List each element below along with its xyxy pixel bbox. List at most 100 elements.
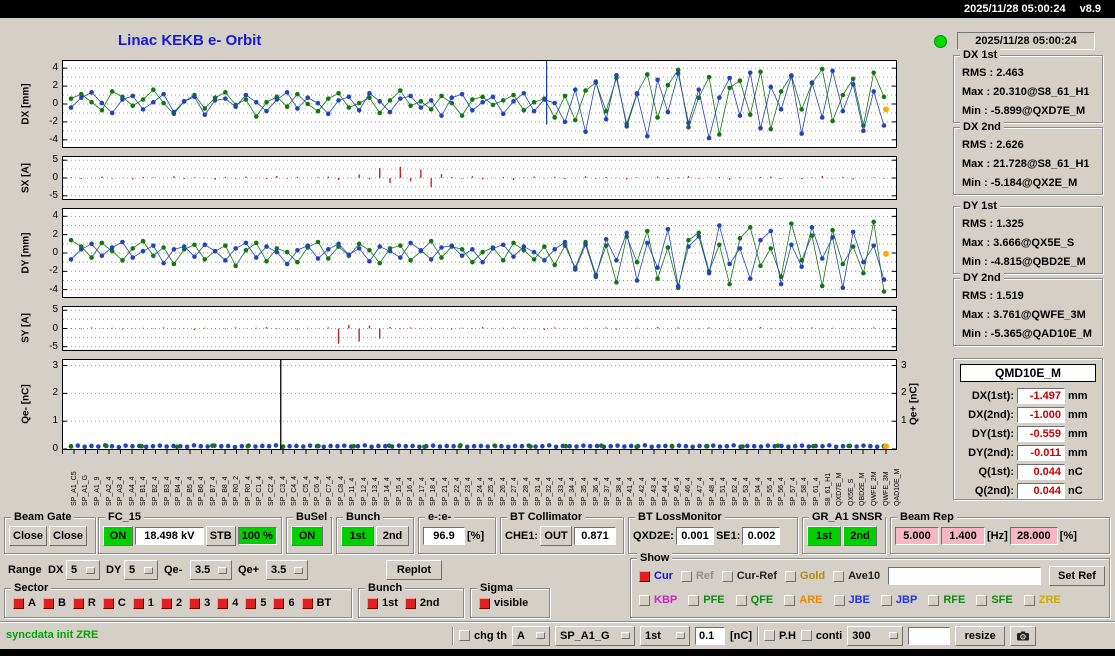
range-dy-value: 5 bbox=[129, 564, 135, 576]
beam-gate-close-button-2[interactable]: Close bbox=[49, 526, 87, 546]
set-ref-button[interactable]: Set Ref bbox=[1049, 566, 1105, 586]
monitor-row-label: Q(1st): bbox=[956, 466, 1014, 478]
beam-rep-value-1: 5.000 bbox=[895, 527, 939, 545]
threshold-input[interactable] bbox=[695, 627, 725, 645]
show-checkbox-are[interactable]: ARE bbox=[784, 594, 822, 606]
range-qem-select[interactable]: 3.5 bbox=[190, 560, 232, 580]
checkbox-indicator bbox=[722, 571, 733, 582]
bunch-order-select[interactable]: 1st bbox=[640, 626, 690, 646]
dy-axis-tick: -4 bbox=[36, 285, 58, 295]
plot-dy[interactable] bbox=[62, 208, 897, 298]
chg-th-checkbox[interactable]: chg th bbox=[459, 630, 507, 642]
show-checkbox-cur[interactable]: Cur bbox=[639, 570, 673, 582]
sector-checkbox-5[interactable]: 5 bbox=[245, 597, 266, 609]
show-checkbox-qfe[interactable]: QFE bbox=[736, 594, 774, 606]
timestamp-box: 2025/11/28 05:00:24 bbox=[957, 32, 1095, 50]
sector-checkbox-3[interactable]: 3 bbox=[189, 597, 210, 609]
sector-checkboxes: ABRC123456 BT bbox=[13, 597, 347, 609]
dx-axis-label: DX [mm] bbox=[21, 83, 32, 124]
bunch-checkbox-2nd[interactable]: 2nd bbox=[405, 597, 440, 609]
sector-checkbox-r[interactable]: R bbox=[73, 597, 96, 609]
checkbox-label: Gold bbox=[800, 570, 825, 582]
titlebar-version: v8.9 bbox=[1080, 3, 1101, 15]
bpm-x-label: QX5E_S bbox=[848, 479, 855, 506]
ref-file-input[interactable] bbox=[888, 567, 1041, 585]
replot-button[interactable]: Replot bbox=[386, 560, 442, 580]
bpm-x-label: SP_12_4 bbox=[361, 477, 368, 506]
bunch-checkbox-1st[interactable]: 1st bbox=[367, 597, 398, 609]
bpm-x-label: SP_C2_4 bbox=[268, 476, 275, 506]
bunch-select-group-label: Bunch bbox=[365, 582, 405, 594]
checkbox-indicator bbox=[302, 598, 313, 609]
sector-select[interactable]: A bbox=[512, 626, 550, 646]
bpm-x-label: QWFE_2M bbox=[871, 471, 878, 506]
show-checkbox-sfe[interactable]: SFE bbox=[976, 594, 1012, 606]
busel-on-button[interactable]: ON bbox=[291, 526, 323, 546]
range-qep-select[interactable]: 3.5 bbox=[266, 560, 308, 580]
show-checkbox-pfe[interactable]: PFE bbox=[688, 594, 724, 606]
sector-checkbox-a[interactable]: A bbox=[13, 597, 36, 609]
bunch-2nd-button[interactable]: 2nd bbox=[376, 526, 409, 546]
page-title: Linac KEKB e- Orbit bbox=[118, 32, 261, 49]
plot-q[interactable] bbox=[62, 359, 897, 450]
sector-checkbox-1[interactable]: 1 bbox=[133, 597, 154, 609]
threshold-unit: [nC] bbox=[730, 630, 752, 642]
stat-min: Min : -5.184@QX2E_M bbox=[954, 174, 1102, 193]
checkbox-indicator bbox=[405, 598, 416, 609]
bpm-x-label: SP_45_4 bbox=[674, 477, 681, 506]
interval-select[interactable]: 300 bbox=[847, 626, 903, 646]
resize-button[interactable]: resize bbox=[955, 626, 1005, 646]
sector-checkbox-c[interactable]: C bbox=[103, 597, 126, 609]
plot-dx[interactable] bbox=[62, 60, 897, 148]
sector-checkbox-bt[interactable]: BT bbox=[302, 597, 332, 609]
sector-checkbox-4[interactable]: 4 bbox=[217, 597, 238, 609]
che1-out-button[interactable]: OUT bbox=[540, 526, 572, 546]
checkbox-label: Cur bbox=[654, 570, 673, 582]
checkbox-indicator bbox=[784, 595, 795, 606]
fc15-kv-readout: 18.498 kV bbox=[135, 527, 204, 545]
bpm-x-label: SP_28_4 bbox=[523, 477, 530, 506]
bpm-x-label: QAD10E_M bbox=[894, 469, 901, 506]
gr-snsr-1st-button[interactable]: 1st bbox=[807, 526, 841, 546]
bpm-x-label: SP_C6_4 bbox=[314, 476, 321, 506]
fc15-on-button[interactable]: ON bbox=[103, 526, 133, 546]
range-dy-select[interactable]: 5 bbox=[124, 560, 158, 580]
conti-checkbox[interactable]: conti bbox=[801, 630, 842, 642]
checkbox-indicator bbox=[881, 595, 892, 606]
show-checkbox-gold[interactable]: Gold bbox=[785, 570, 825, 582]
sector-checkbox-b[interactable]: B bbox=[43, 597, 66, 609]
checkbox-indicator bbox=[273, 598, 284, 609]
range-qep-label: Qe+ bbox=[238, 564, 259, 576]
plot-sx[interactable] bbox=[62, 156, 897, 200]
show-checkbox-cur-ref[interactable]: Cur-Ref bbox=[722, 570, 777, 582]
show-checkbox-rfe[interactable]: RFE bbox=[928, 594, 965, 606]
show-checkbox-ref[interactable]: Ref bbox=[681, 570, 714, 582]
monitor-title[interactable]: QMD10E_M bbox=[960, 364, 1096, 382]
show-checkbox-jbp[interactable]: JBP bbox=[881, 594, 917, 606]
dy-axis-tick: 0 bbox=[36, 248, 58, 258]
plot-sy[interactable] bbox=[62, 306, 897, 351]
checkbox-indicator bbox=[459, 630, 470, 641]
sigma-visible-checkbox[interactable]: visible bbox=[479, 597, 528, 609]
show-checkbox-zre[interactable]: ZRE bbox=[1024, 594, 1061, 606]
camera-button[interactable] bbox=[1010, 626, 1036, 646]
fc15-stb-button[interactable]: STB bbox=[206, 526, 236, 546]
bunch-1st-button[interactable]: 1st bbox=[341, 526, 374, 546]
sector-checkbox-2[interactable]: 2 bbox=[161, 597, 182, 609]
range-dy-label: DY bbox=[106, 564, 121, 576]
show-checkbox-jbe[interactable]: JBE bbox=[834, 594, 870, 606]
ph-checkbox[interactable]: P.H bbox=[764, 630, 796, 642]
extra-input[interactable] bbox=[908, 627, 950, 645]
beam-gate-close-button-1[interactable]: Close bbox=[9, 526, 47, 546]
show-checkbox-ave10[interactable]: Ave10 bbox=[833, 570, 880, 582]
bpm-x-label: SP_46_4 bbox=[685, 477, 692, 506]
bpm-x-label: SP_23_4 bbox=[465, 477, 472, 506]
gr-snsr-2nd-button[interactable]: 2nd bbox=[843, 526, 877, 546]
bpm-x-label: SP_C1_4 bbox=[256, 476, 263, 506]
range-dx-select[interactable]: 5 bbox=[66, 560, 100, 580]
sector-checkbox-6[interactable]: 6 bbox=[273, 597, 294, 609]
beam-rep-value-3: 28.000 bbox=[1010, 527, 1058, 545]
bpm-select[interactable]: SP_A1_G bbox=[555, 626, 635, 646]
bpm-x-label: SP_48_4 bbox=[709, 477, 716, 506]
show-checkbox-kbp[interactable]: KBP bbox=[639, 594, 677, 606]
